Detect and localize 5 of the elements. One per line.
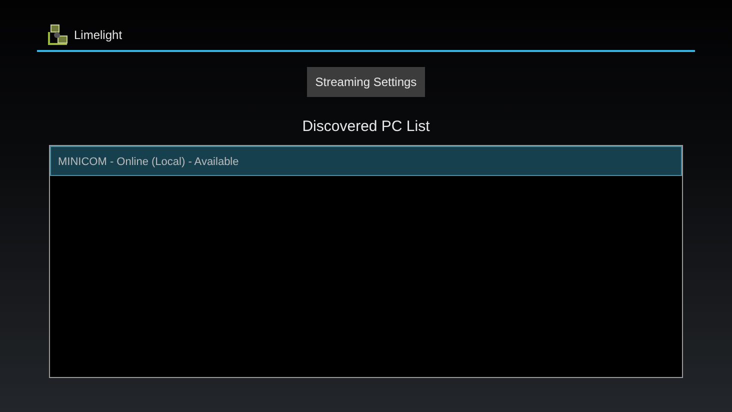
- app-title: Limelight: [74, 28, 122, 42]
- pc-list-item[interactable]: MINICOM - Online (Local) - Available: [50, 146, 682, 176]
- list-heading: Discovered PC List: [302, 118, 430, 135]
- streaming-settings-button[interactable]: Streaming Settings: [307, 67, 425, 97]
- app-logo-icon: [47, 24, 69, 46]
